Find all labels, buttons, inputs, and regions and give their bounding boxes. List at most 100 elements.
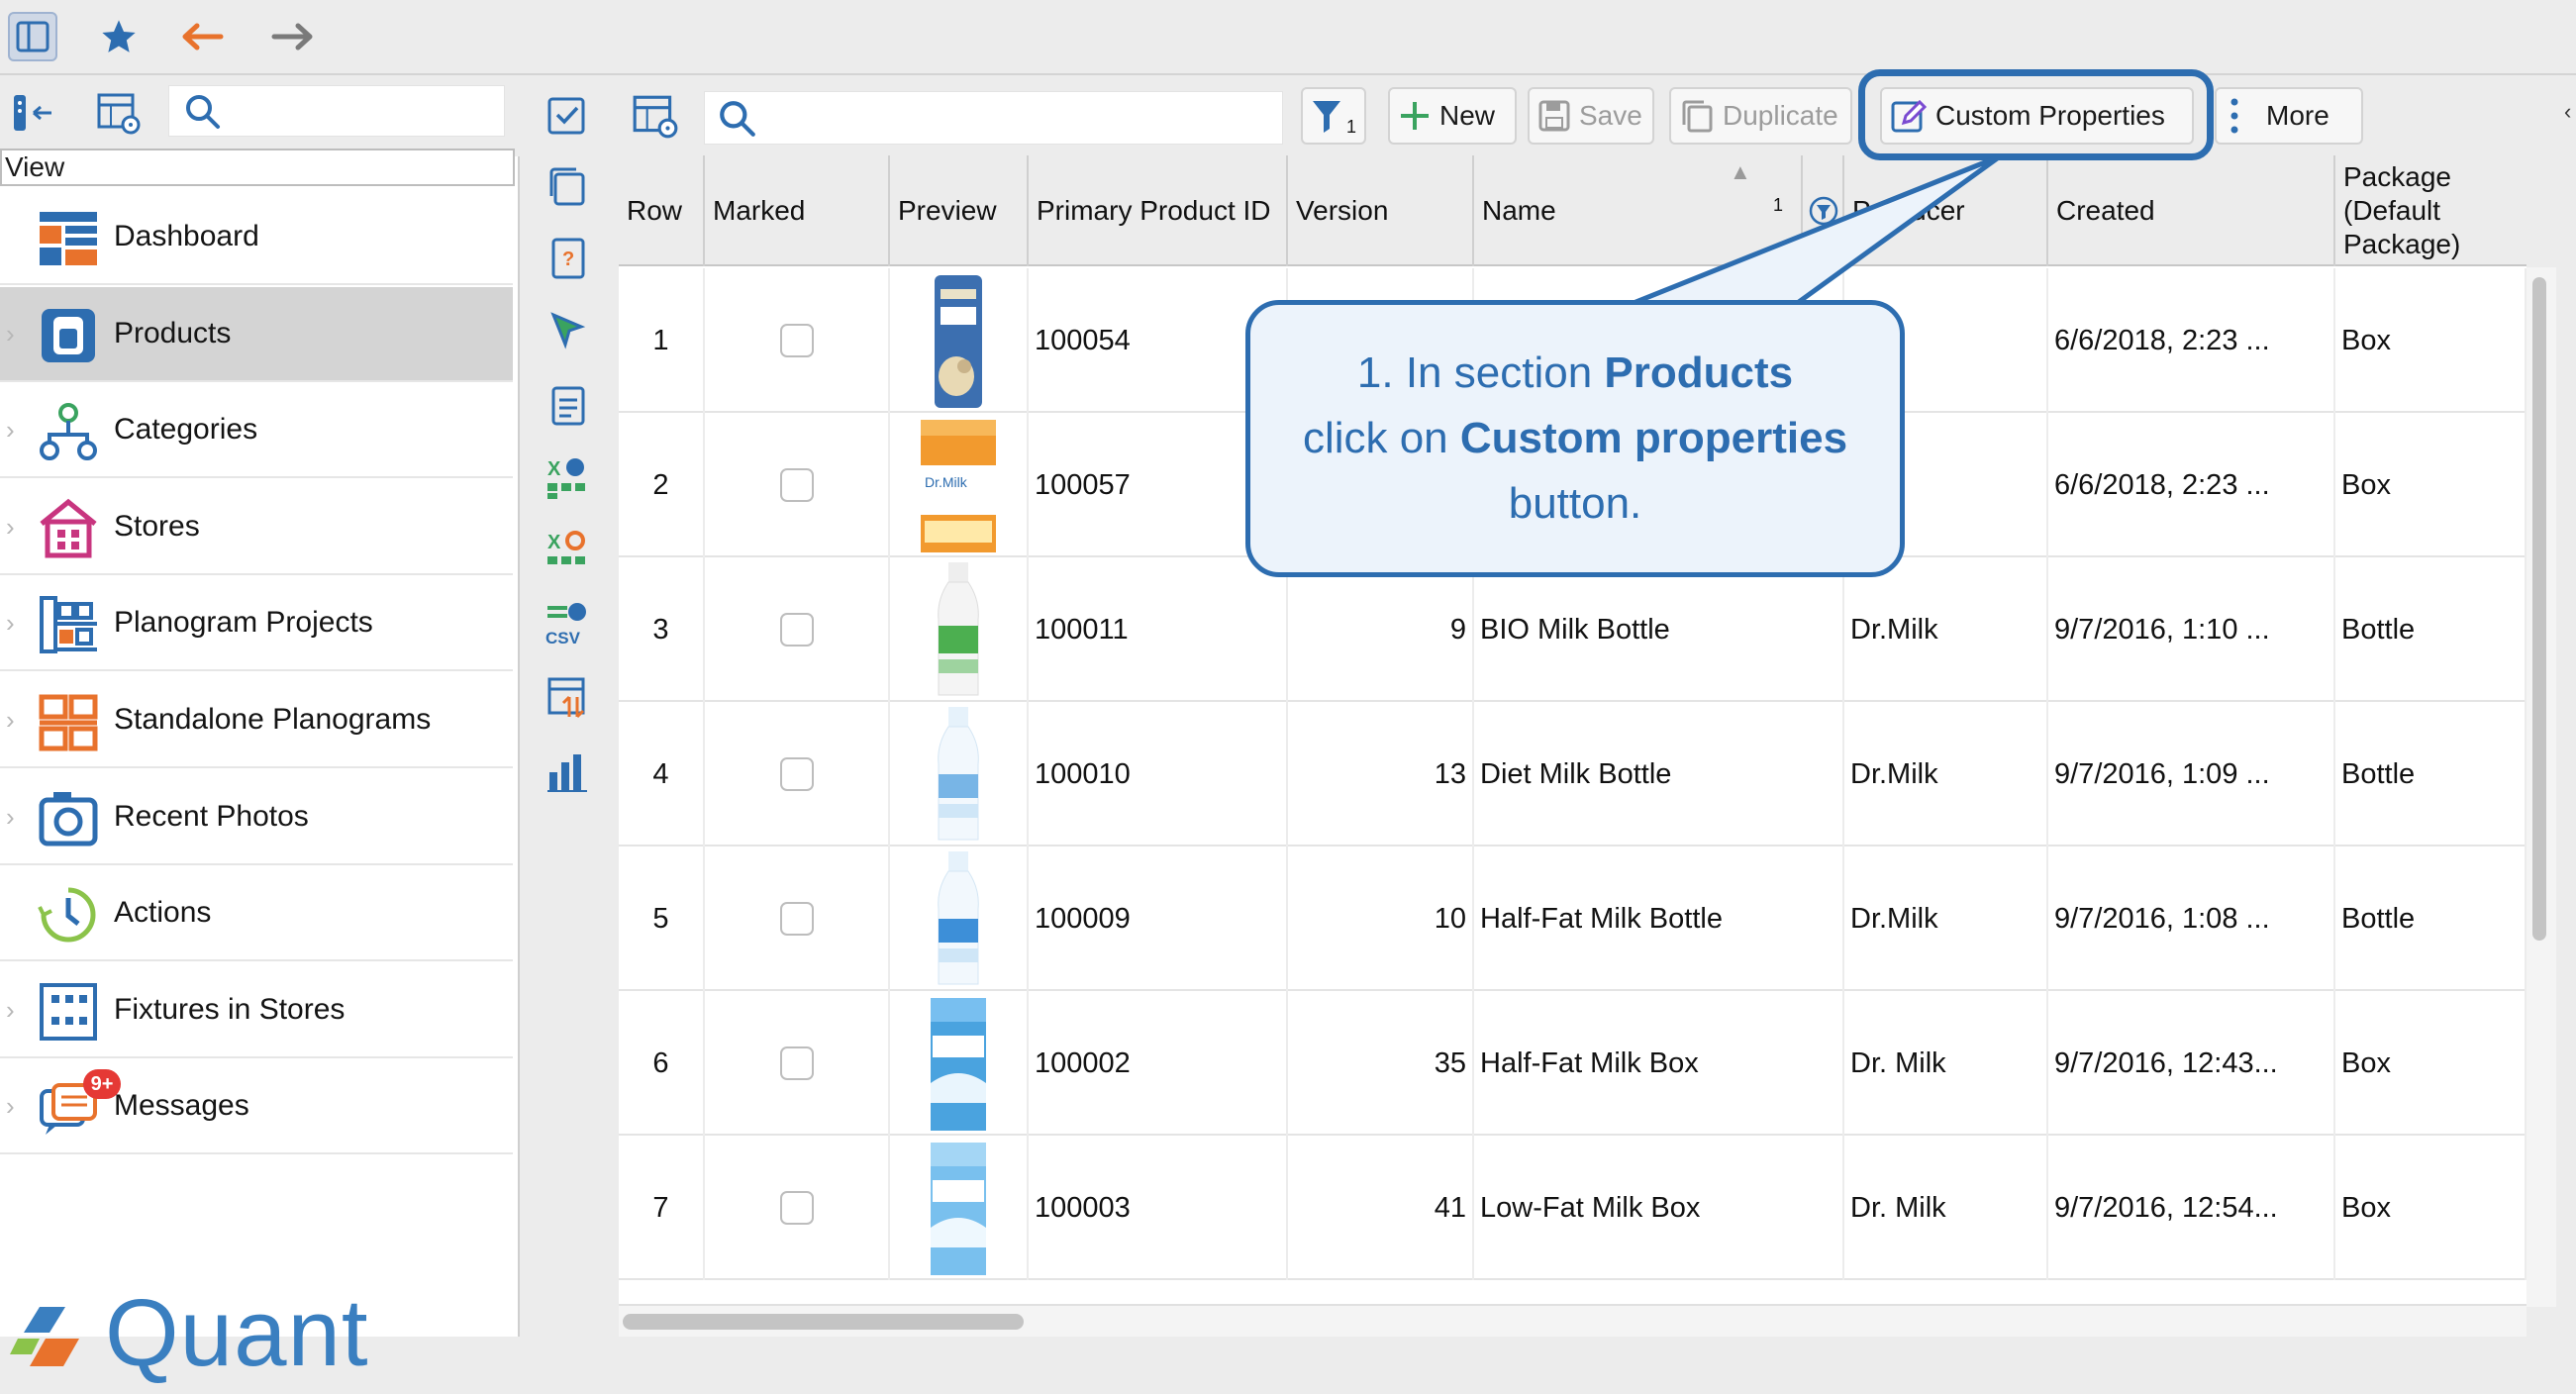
list-document-icon[interactable] [544,380,593,430]
back-arrow-icon[interactable] [178,12,228,61]
excel-import-icon[interactable]: X [544,453,593,503]
collapse-panel-icon[interactable] [10,89,57,137]
cell-package[interactable]: Bottle [2335,557,2526,702]
cell-primary-product-id[interactable]: 100010 [1029,702,1288,846]
select-all-icon[interactable] [544,91,593,141]
chevron-right-icon[interactable]: › [6,319,15,349]
cell-primary-product-id[interactable]: 100011 [1029,557,1288,702]
table-transfer-icon[interactable] [544,673,593,723]
cell-created[interactable]: 9/7/2016, 1:08 ... [2048,846,2335,991]
more-button[interactable]: More [2215,87,2363,145]
cell-name[interactable]: Diet Milk Bottle [1474,702,1844,846]
chevron-right-icon[interactable]: › [6,995,15,1026]
chevron-right-icon[interactable]: › [6,512,15,543]
marked-checkbox[interactable] [779,324,814,357]
column-header-marked[interactable]: Marked [705,155,890,266]
cell-created[interactable]: 6/6/2018, 2:23 ... [2048,413,2335,557]
table-search-input[interactable] [704,91,1283,145]
bar-chart-icon[interactable] [544,747,593,796]
panel-edge-arrow-icon[interactable]: ‹ [2564,99,2576,158]
nav-item-dashboard[interactable]: Dashboard [0,190,513,285]
chevron-right-icon[interactable]: › [6,705,15,736]
csv-import-icon[interactable]: CSV [544,600,593,649]
cell-producer[interactable]: Dr. Milk [1844,991,2048,1136]
nav-item-fixtures-in-stores[interactable]: › Fixtures in Stores [0,963,513,1058]
cell-created[interactable]: 6/6/2018, 2:23 ... [2048,268,2335,413]
help-document-icon[interactable]: ? [544,234,593,283]
cell-created[interactable]: 9/7/2016, 1:09 ... [2048,702,2335,846]
sidebar-toggle-icon[interactable] [8,12,57,61]
marked-checkbox[interactable] [779,613,814,647]
cell-version[interactable]: 35 [1288,991,1474,1136]
cell-row[interactable]: 1 [619,268,705,413]
cell-created[interactable]: 9/7/2016, 1:10 ... [2048,557,2335,702]
nav-item-messages[interactable]: › Messages 9+ [0,1059,513,1155]
cell-primary-product-id[interactable]: 100003 [1029,1136,1288,1280]
cell-row[interactable]: 5 [619,846,705,991]
cell-row[interactable]: 4 [619,702,705,846]
chevron-right-icon[interactable]: › [6,608,15,639]
marked-checkbox[interactable] [779,468,814,502]
cell-version[interactable]: 41 [1288,1136,1474,1280]
cell-primary-product-id[interactable]: 100009 [1029,846,1288,991]
cell-producer[interactable]: Dr.Milk [1844,557,2048,702]
table-row[interactable]: 6 100002 35 Half-Fat Milk Box Dr. Milk 9/7/20… [619,991,2526,1136]
nav-item-recent-photos[interactable]: › Recent Photos [0,770,513,865]
filter-button[interactable]: 1 [1301,87,1366,145]
horizontal-scrollbar[interactable] [619,1304,2526,1337]
navigation-search-input[interactable] [168,85,505,137]
cell-name[interactable]: BIO Milk Bottle [1474,557,1844,702]
horizontal-scrollbar-thumb[interactable] [623,1314,1024,1330]
forward-arrow-icon[interactable] [267,12,317,61]
chevron-right-icon[interactable]: › [6,802,15,833]
cell-row[interactable]: 2 [619,413,705,557]
nav-item-stores[interactable]: › Stores [0,480,513,575]
nav-item-standalone-planograms[interactable]: › Standalone Planograms [0,673,513,768]
column-header-created[interactable]: Created [2048,155,2335,266]
cell-name[interactable]: Low-Fat Milk Box [1474,1136,1844,1280]
cell-producer[interactable]: Dr.Milk [1844,702,2048,846]
cell-name[interactable]: Half-Fat Milk Box [1474,991,1844,1136]
vertical-scrollbar-thumb[interactable] [2532,277,2546,941]
cell-producer[interactable]: Dr.Milk [1844,846,2048,991]
cell-version[interactable]: 9 [1288,557,1474,702]
chevron-right-icon[interactable]: › [6,1091,15,1122]
table-row[interactable]: 7 100003 41 Low-Fat Milk Box Dr. Milk 9/7/201… [619,1136,2526,1280]
star-icon[interactable] [94,12,144,61]
cell-package[interactable]: Box [2335,413,2526,557]
marked-checkbox[interactable] [779,1046,814,1080]
cell-package[interactable]: Box [2335,1136,2526,1280]
column-header-version[interactable]: Version [1288,155,1474,266]
nav-item-actions[interactable]: Actions [0,866,513,962]
excel-settings-icon[interactable]: X [544,527,593,576]
table-settings-icon[interactable] [631,91,680,141]
vertical-scrollbar[interactable] [2526,267,2556,1307]
cell-package[interactable]: Bottle [2335,846,2526,991]
cell-package[interactable]: Bottle [2335,702,2526,846]
nav-item-planogram-projects[interactable]: › Planogram Projects [0,576,513,672]
table-settings-icon[interactable] [95,89,143,137]
cell-producer[interactable]: Dr. Milk [1844,1136,2048,1280]
table-row[interactable]: 4 100010 13 Diet Milk Bottle Dr.Milk 9/7/2016… [619,702,2526,846]
marked-checkbox[interactable] [779,902,814,936]
cell-package[interactable]: Box [2335,991,2526,1136]
column-header-preview[interactable]: Preview [890,155,1029,266]
save-button[interactable]: Save [1528,87,1654,145]
column-header-primary-product-id[interactable]: Primary Product ID [1029,155,1288,266]
cell-row[interactable]: 7 [619,1136,705,1280]
cell-version[interactable]: 10 [1288,846,1474,991]
duplicate-button[interactable]: Duplicate [1669,87,1852,145]
new-button[interactable]: New [1388,87,1517,145]
marked-checkbox[interactable] [779,757,814,791]
cell-row[interactable]: 6 [619,991,705,1136]
cell-name[interactable]: Half-Fat Milk Bottle [1474,846,1844,991]
table-row[interactable]: 3 100011 9 BIO Milk Bottle Dr.Milk 9/7/2016, … [619,557,2526,702]
cell-created[interactable]: 9/7/2016, 12:54... [2048,1136,2335,1280]
nav-item-products[interactable]: › Products [0,286,513,382]
cell-package[interactable]: Box [2335,268,2526,413]
cell-row[interactable]: 3 [619,557,705,702]
cell-version[interactable]: 13 [1288,702,1474,846]
table-row[interactable]: 5 100009 10 Half-Fat Milk Bottle Dr.Milk 9/7/… [619,846,2526,991]
chevron-right-icon[interactable]: › [6,415,15,446]
column-header-row[interactable]: Row [619,155,705,266]
